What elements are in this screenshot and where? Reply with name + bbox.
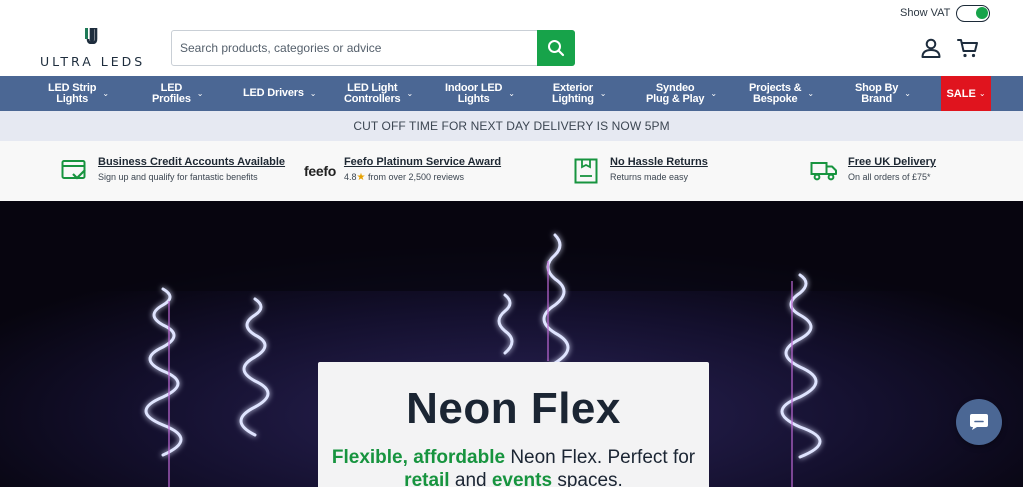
hero-highlight-retail: retail [404,470,450,487]
nav-label: LED Profiles [152,81,191,105]
nav-item-shop-by-brand[interactable]: Shop By Brand ⌄ [855,76,911,111]
nav-label: LED Drivers [243,87,304,99]
nav-label: Indoor LED Lights [445,81,503,105]
nav-label: Projects & Bespoke [749,81,802,105]
hero-title: Neon Flex [406,384,621,433]
chevron-down-icon: ⌄ [102,89,109,98]
usp-title: Business Credit Accounts Available [98,156,286,168]
nav-label: Syndeo Plug & Play [646,81,705,105]
usp-subtitle: Returns made easy [610,172,689,182]
usp-returns[interactable]: No Hassle Returns Returns made easy [572,156,708,185]
search-button[interactable] [537,30,575,66]
usp-subtitle: On all orders of £75* [848,172,931,182]
nav-item-led-profiles[interactable]: LED Profiles ⌄ [152,76,203,111]
vat-toggle[interactable] [956,4,991,22]
nav-label: Shop By Brand [855,81,899,105]
nav-item-led-light-controllers[interactable]: LED Light Controllers ⌄ [344,76,413,111]
chat-icon [970,414,988,430]
nav-item-sale[interactable]: SALE ⌄ [941,76,991,111]
vat-label: Show VAT [900,7,951,19]
announcement-text: CUT OFF TIME FOR NEXT DAY DELIVERY IS NO… [353,119,670,133]
logo-mark-icon [85,28,98,44]
logo-text: ULTRA LEDS [40,54,146,69]
chevron-down-icon: ⌄ [807,89,814,98]
search-input[interactable] [172,31,538,65]
hero-subtitle: Flexible, affordable Neon Flex. Perfect … [318,446,709,487]
site-header: ULTRA LEDS Show VAT [0,0,1023,76]
credit-account-icon [60,157,88,185]
nav-label: LED Strip Lights [48,81,97,105]
nav-item-led-drivers[interactable]: LED Drivers ⌄ [243,76,316,111]
returns-icon [572,157,600,185]
feefo-logo: feefo [304,163,336,179]
usp-subtitle: Sign up and qualify for fantastic benefi… [98,172,258,182]
nav-label: Exterior Lighting [552,81,594,105]
search-icon [548,40,565,57]
nav-item-exterior-lighting[interactable]: Exterior Lighting ⌄ [552,76,606,111]
usp-delivery[interactable]: Free UK Delivery On all orders of £75* [810,156,936,185]
nav-label: LED Light Controllers [344,81,401,105]
usp-title: No Hassle Returns [610,156,708,168]
hero-card: Neon Flex Flexible, affordable Neon Flex… [318,362,709,487]
hero-highlight-affordable: affordable [413,447,506,468]
hero-banner: Neon Flex Flexible, affordable Neon Flex… [0,201,1023,487]
hero-text: and [449,470,492,487]
delivery-truck-icon [810,157,838,185]
nav-item-indoor-led-lights[interactable]: Indoor LED Lights ⌄ [445,76,515,111]
chevron-down-icon: ⌄ [508,89,515,98]
nav-sale-label: SALE [946,87,976,100]
nav-item-projects-bespoke[interactable]: Projects & Bespoke ⌄ [749,76,814,111]
usp-title: Feefo Platinum Service Award [343,156,502,168]
chevron-down-icon: ⌄ [978,89,986,98]
chevron-down-icon: ⌄ [710,89,717,98]
hero-highlight-flexible: Flexible, [331,447,408,468]
main-nav: LED Strip Lights ⌄ LED Profiles ⌄ LED Dr… [0,76,1023,111]
announcement-bar: CUT OFF TIME FOR NEXT DAY DELIVERY IS NO… [0,111,1023,141]
chevron-down-icon: ⌄ [196,89,204,98]
usp-subtitle: 4.8★ from over 2,500 reviews [344,172,501,183]
usp-feefo[interactable]: feefo Feefo Platinum Service Award 4.8★ … [304,156,501,183]
chevron-down-icon: ⌄ [406,89,413,98]
search-bar [171,30,575,66]
usp-strip: Business Credit Accounts Available Sign … [0,141,1023,201]
toggle-knob [976,6,989,19]
chevron-down-icon: ⌄ [599,89,607,98]
cart-icon[interactable] [956,36,980,60]
hero-highlight-events: events [491,470,553,487]
chevron-down-icon: ⌄ [904,89,911,98]
hero-text: spaces. [552,470,623,487]
feefo-reviews: from over 2,500 reviews [367,172,464,182]
vat-toggle-group: Show VAT [900,4,991,22]
ultra-leds-logo[interactable]: ULTRA LEDS [40,28,146,69]
star-icon: ★ [356,172,366,183]
hero-text: Neon Flex. Perfect for [505,447,696,468]
feefo-rating: 4.8 [343,172,357,182]
usp-credit-accounts[interactable]: Business Credit Accounts Available Sign … [60,156,285,185]
nav-item-syndeo-plug-play[interactable]: Syndeo Plug & Play ⌄ [646,76,717,111]
nav-item-led-strip-lights[interactable]: LED Strip Lights ⌄ [48,76,109,111]
usp-title: Free UK Delivery [848,156,937,168]
user-icon[interactable] [919,36,943,60]
chevron-down-icon: ⌄ [309,89,317,98]
chat-button[interactable] [956,399,1002,445]
